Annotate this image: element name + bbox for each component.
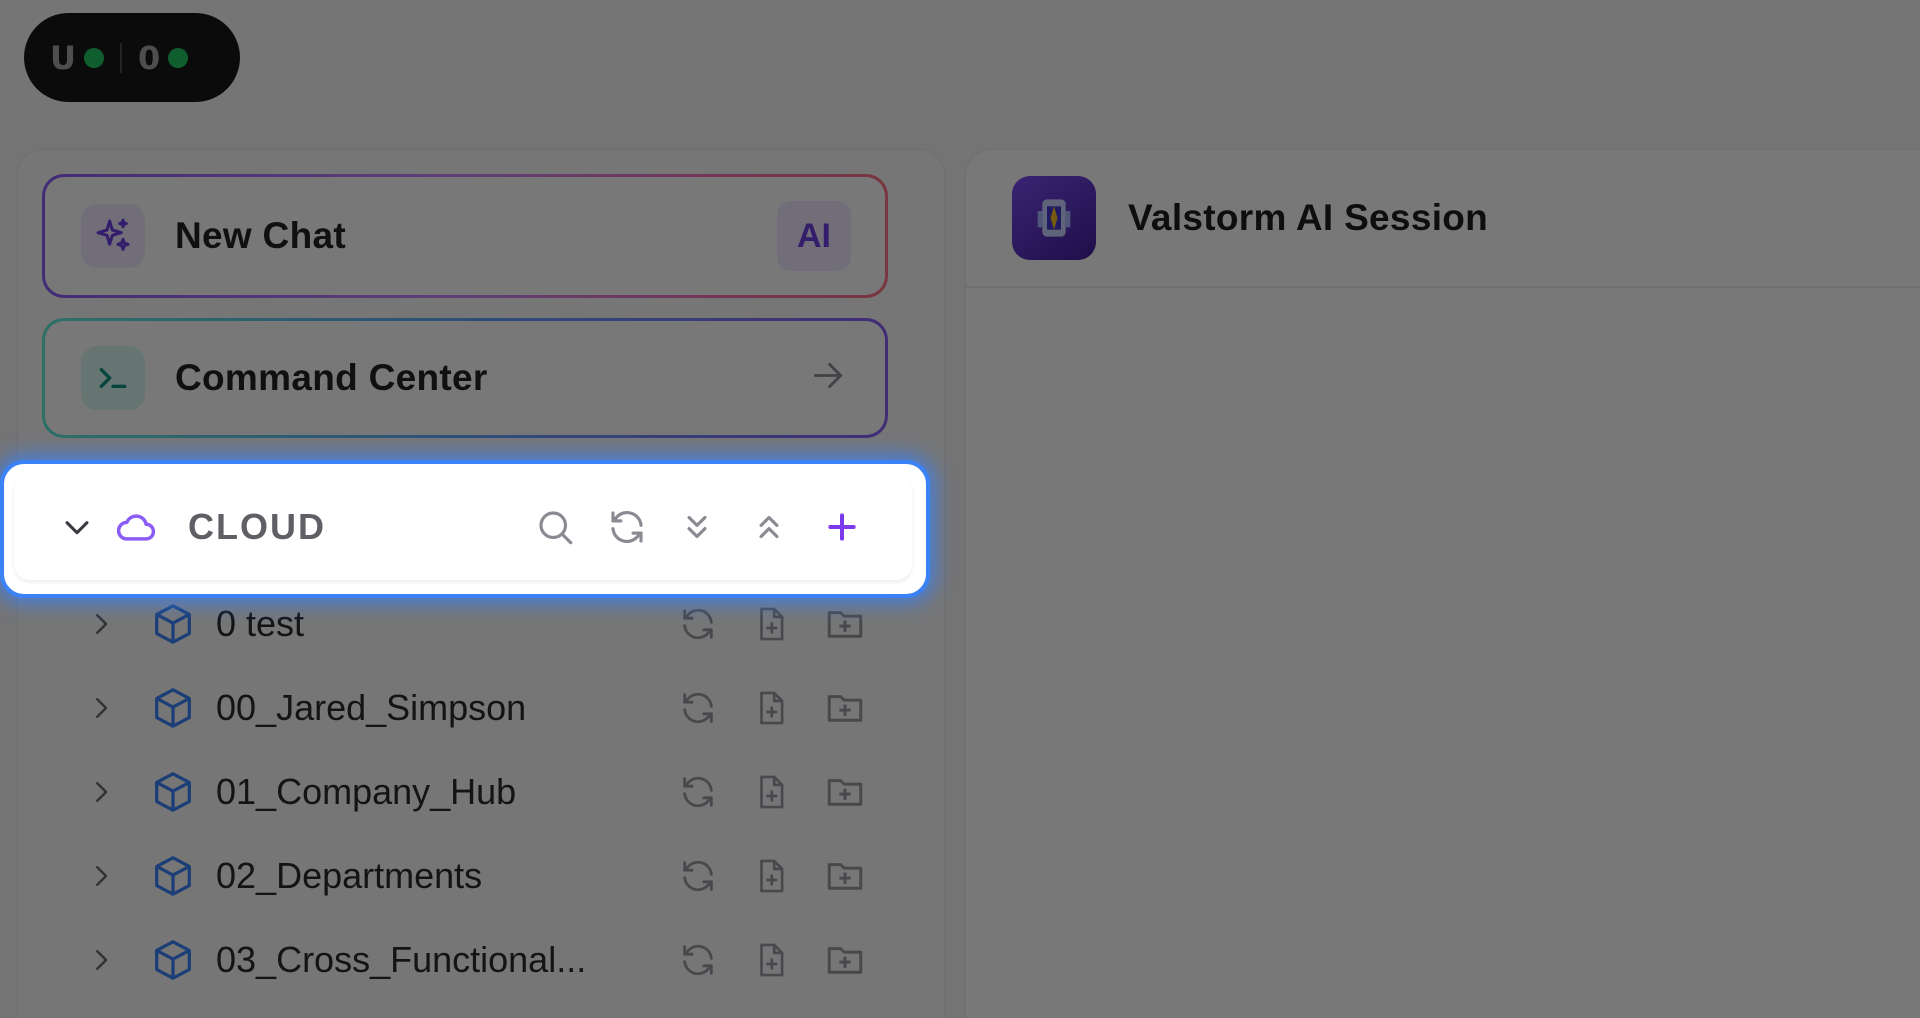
new-file-icon[interactable] [752, 941, 790, 979]
new-chat-button[interactable]: New Chat AI [42, 174, 888, 298]
new-file-icon[interactable] [752, 605, 790, 643]
cloud-icon [114, 505, 158, 549]
tree-item[interactable]: 02_Departments [16, 834, 916, 918]
session-header: Valstorm AI Session [966, 150, 1920, 288]
chevron-right-icon[interactable] [86, 609, 116, 639]
new-file-icon[interactable] [752, 773, 790, 811]
refresh-icon[interactable] [678, 604, 718, 644]
new-folder-icon[interactable] [824, 603, 866, 645]
cube-icon [150, 601, 196, 647]
arrow-right-icon [809, 357, 847, 400]
tree-item[interactable]: 00_Jared_Simpson [16, 666, 916, 750]
command-center-button[interactable]: Command Center [42, 318, 888, 438]
cube-icon [150, 685, 196, 731]
session-title: Valstorm AI Session [1128, 197, 1489, 238]
plus-icon[interactable] [822, 507, 862, 547]
chevron-down-icon[interactable] [60, 510, 94, 544]
valstorm-logo-icon [1012, 176, 1096, 260]
chevron-right-icon[interactable] [86, 861, 116, 891]
new-folder-icon[interactable] [824, 855, 866, 897]
new-folder-icon[interactable] [824, 771, 866, 813]
cube-icon [150, 937, 196, 983]
new-file-icon[interactable] [752, 689, 790, 727]
chevron-right-icon[interactable] [86, 693, 116, 723]
cube-icon [150, 769, 196, 815]
chevron-right-icon[interactable] [86, 945, 116, 975]
chevron-right-icon[interactable] [86, 777, 116, 807]
refresh-icon[interactable] [678, 772, 718, 812]
new-folder-icon[interactable] [824, 939, 866, 981]
tree-item[interactable]: 03_Cross_Functional... [16, 918, 916, 1002]
status-letter-u: U [50, 38, 76, 77]
tree-item-label: 0 test [216, 603, 305, 644]
new-file-icon[interactable] [752, 857, 790, 895]
terminal-icon [81, 346, 145, 410]
sparkles-icon [81, 204, 145, 268]
top-bar: U 0 [0, 0, 1920, 128]
search-icon[interactable] [534, 506, 576, 548]
command-center-label: Command Center [175, 357, 488, 398]
status-dot-0 [168, 47, 189, 68]
main-panel: Valstorm AI Session [964, 148, 1920, 1018]
cloud-section-label: CLOUD [188, 506, 326, 547]
ai-badge: AI [777, 201, 851, 271]
collapse-all-icon[interactable] [750, 508, 788, 546]
tree-item[interactable]: 01_Company_Hub [16, 750, 916, 834]
tree-item-label: 01_Company_Hub [216, 771, 517, 812]
new-folder-icon[interactable] [824, 687, 866, 729]
tree-item-label: 00_Jared_Simpson [216, 687, 527, 728]
status-separator [119, 42, 122, 73]
status-letter-0: 0 [137, 38, 161, 77]
new-chat-label: New Chat [175, 215, 346, 256]
cloud-section-header[interactable]: CLOUD [0, 460, 930, 598]
refresh-icon[interactable] [678, 940, 718, 980]
refresh-icon[interactable] [606, 506, 648, 548]
expand-all-icon[interactable] [678, 508, 716, 546]
tree-item-label: 03_Cross_Functional... [216, 939, 587, 980]
status-pill[interactable]: U 0 [24, 13, 240, 102]
tree-item-label: 02_Departments [216, 855, 483, 896]
cube-icon [150, 853, 196, 899]
status-dot-u [83, 47, 104, 68]
refresh-icon[interactable] [678, 688, 718, 728]
refresh-icon[interactable] [678, 856, 718, 896]
